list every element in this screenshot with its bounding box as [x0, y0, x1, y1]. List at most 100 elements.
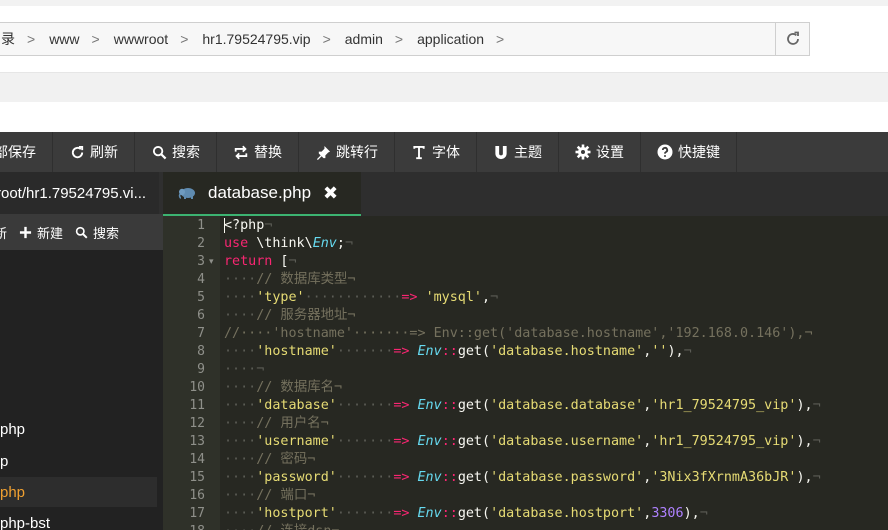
code-line: ····'password'·······=> Env::get('databa… — [224, 470, 821, 485]
replace-icon — [233, 144, 249, 160]
refresh-icon — [786, 31, 799, 45]
gear-icon — [575, 144, 591, 160]
code-line: ····'type'············=> 'mysql',¬ — [224, 290, 499, 305]
line-number: 14 — [189, 452, 205, 467]
code-editor[interactable]: 123▾456789101112131415161718<?php¬use \t… — [163, 216, 888, 530]
goto-line-label: 跳转行 — [336, 145, 378, 161]
replace-label: 替换 — [254, 145, 282, 161]
file-item[interactable]: php — [0, 414, 157, 444]
breadcrumb-separator: > — [394, 31, 404, 47]
breadcrumb[interactable]: 录 > www > wwwroot > hr1.79524795.vip > admin… — [0, 22, 776, 56]
explorer-path: root/hr1.79524795.vi... — [0, 172, 159, 214]
file-item[interactable]: p — [0, 446, 157, 476]
line-number: 5 — [197, 290, 205, 305]
refresh-button[interactable]: 刷新 — [53, 132, 135, 172]
help-icon — [657, 144, 673, 160]
shortcuts-button[interactable]: 快捷键 — [641, 132, 737, 172]
explorer-refresh-label: 新 — [0, 226, 8, 242]
path-refresh-button[interactable] — [775, 22, 810, 56]
goto-line-button[interactable]: 跳转行 — [299, 132, 395, 172]
explorer-search-label: 搜索 — [93, 226, 120, 242]
font-label: 字体 — [432, 145, 460, 161]
search-button[interactable]: 搜索 — [135, 132, 217, 172]
code-line: ····// 端口¬ — [224, 488, 316, 503]
breadcrumb-label: application — [417, 31, 485, 47]
code-line: use \think\Env;¬ — [224, 236, 353, 251]
line-number: 17 — [189, 506, 205, 521]
explorer-search-button[interactable]: 搜索 — [75, 223, 119, 242]
refresh-icon — [69, 144, 85, 160]
breadcrumb-item[interactable]: 录 > — [0, 23, 43, 55]
search-icon — [151, 144, 167, 160]
font-icon — [411, 144, 427, 160]
breadcrumb-label: admin — [344, 31, 383, 47]
line-number: 2 — [197, 236, 205, 251]
file-name: php-bst — [0, 514, 51, 530]
page-area — [0, 102, 888, 132]
search-label: 搜索 — [172, 145, 200, 161]
close-icon[interactable]: ✖ — [323, 183, 338, 204]
file-name: php — [0, 420, 26, 438]
code-line: ····// 连接dsn¬ — [224, 523, 339, 530]
breadcrumb-label: hr1.79524795.vip — [202, 31, 311, 47]
pin-icon — [315, 144, 331, 160]
code-line: ····¬ — [224, 362, 265, 377]
breadcrumb-separator: > — [496, 31, 505, 47]
settings-button[interactable]: 设置 — [559, 132, 641, 172]
breadcrumb-separator: > — [180, 31, 189, 47]
breadcrumb-separator: > — [91, 31, 100, 47]
line-number: 11 — [189, 398, 205, 413]
file-item-active[interactable]: php — [0, 477, 157, 507]
editor-tabbar: database.php ✖ — [163, 172, 888, 216]
explorer-actions: 新 新建 搜索 — [0, 214, 163, 250]
line-number: 16 — [189, 488, 205, 503]
file-item[interactable]: php-bst — [0, 508, 157, 530]
tab-database-php[interactable]: database.php ✖ — [163, 172, 361, 216]
breadcrumb-item[interactable]: www > — [43, 23, 108, 55]
code-line: ····// 密码¬ — [224, 452, 316, 467]
code-line: //····'hostname'·······=> Env::get('data… — [224, 326, 813, 341]
refresh-label: 刷新 — [90, 145, 118, 161]
breadcrumb-separator: > — [27, 31, 36, 47]
explorer-refresh-button[interactable]: 新 — [0, 223, 7, 242]
theme-label: 主题 — [514, 145, 542, 161]
line-number: 6 — [197, 308, 205, 323]
breadcrumb-item[interactable]: application > — [411, 23, 512, 55]
line-number: 1 — [197, 218, 205, 233]
code-line: ····'username'·······=> Env::get('databa… — [224, 434, 821, 449]
breadcrumb-item[interactable]: admin > — [339, 23, 411, 55]
line-number: 13 — [189, 434, 205, 449]
fold-toggle-icon[interactable]: ▾ — [209, 253, 219, 271]
line-number: 7 — [197, 326, 205, 341]
breadcrumb-label: www — [49, 31, 80, 47]
code-line: ····'database'·······=> Env::get('databa… — [224, 398, 821, 413]
settings-label: 设置 — [596, 145, 624, 161]
theme-button[interactable]: 主题 — [477, 132, 559, 172]
line-number: 4 — [197, 272, 205, 287]
breadcrumb-item[interactable]: wwwroot > — [108, 23, 197, 55]
plus-icon — [19, 226, 32, 239]
tab-label: database.php — [208, 183, 312, 202]
line-number: 18 — [163, 523, 205, 530]
editor-toolbar: 部保存 刷新 搜索 替换 跳转行 字体 主题 设置 快捷键 — [0, 132, 888, 172]
font-button[interactable]: 字体 — [395, 132, 477, 172]
line-number: 10 — [189, 380, 205, 395]
line-number: 15 — [189, 470, 205, 485]
replace-button[interactable]: 替换 — [217, 132, 299, 172]
file-name: php — [0, 483, 26, 501]
code-line: ····// 用户名¬ — [224, 416, 329, 431]
code-line: return [¬ — [224, 254, 297, 269]
theme-icon — [493, 144, 509, 160]
line-number: 8 — [197, 344, 205, 359]
code-line: ····// 数据库类型¬ — [224, 272, 356, 287]
search-icon — [75, 226, 88, 239]
breadcrumb-label: wwwroot — [113, 31, 169, 47]
save-all-button[interactable]: 部保存 — [0, 132, 53, 172]
code-line: ····'hostname'·······=> Env::get('databa… — [224, 344, 692, 359]
breadcrumb-item[interactable]: hr1.79524795.vip > — [196, 23, 338, 55]
code-line: ····// 数据库名¬ — [224, 380, 343, 395]
line-number: 3 — [197, 254, 205, 269]
text-cursor — [224, 217, 225, 233]
explorer-new-label: 新建 — [37, 226, 64, 242]
explorer-new-button[interactable]: 新建 — [19, 223, 63, 242]
